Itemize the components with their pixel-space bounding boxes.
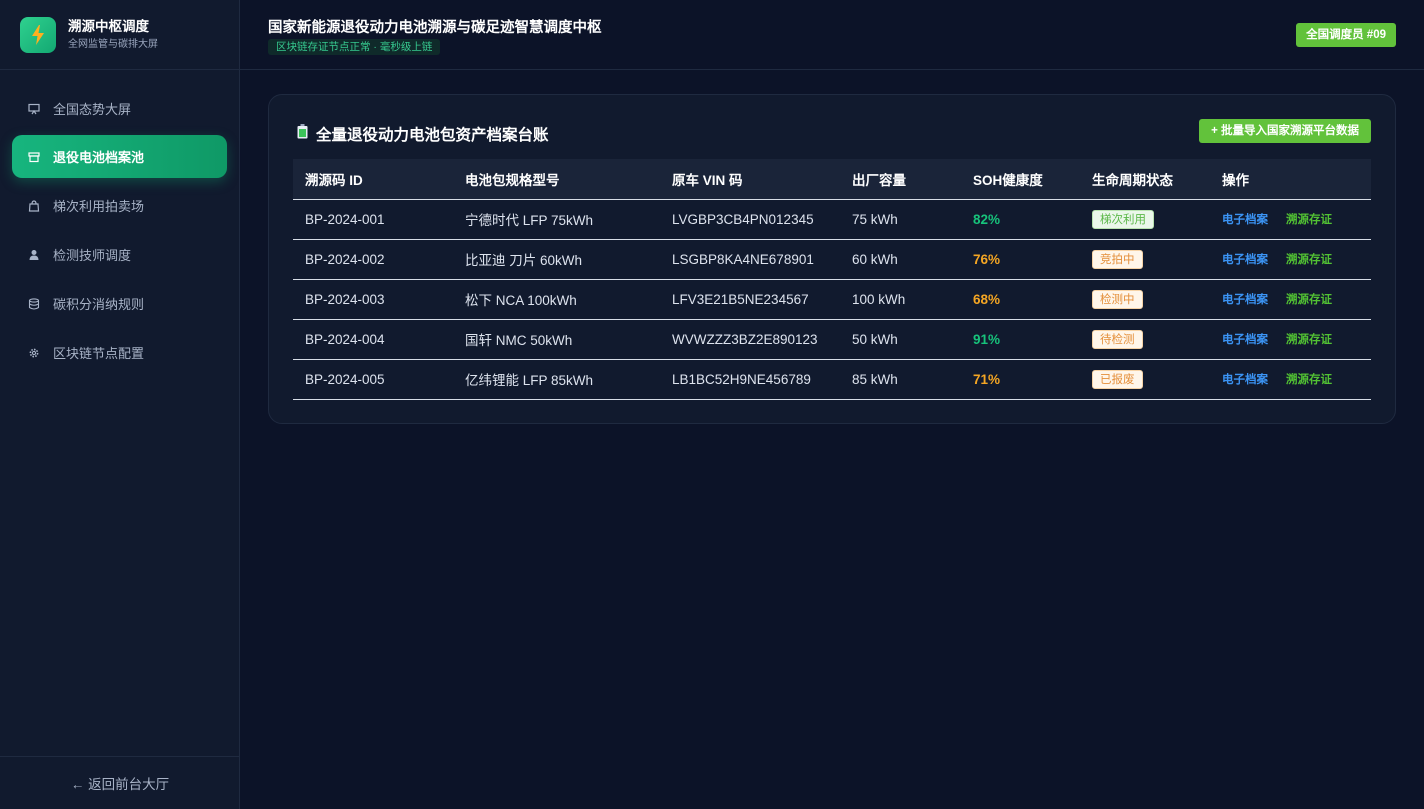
nav-item-label: 退役电池档案池	[53, 150, 145, 165]
table-row[interactable]: BP-2024-003 松下 NCA 100kWh LFV3E21B5NE23456…	[293, 279, 1371, 320]
cell-model: 亿纬锂能 LFP 85kWh	[453, 359, 660, 400]
column-header: 溯源码 ID	[293, 159, 453, 200]
nav-item-label: 检测技师调度	[53, 248, 132, 263]
card-title-text: 全量退役动力电池包资产档案台账	[316, 127, 549, 144]
nav-item-blockchain[interactable]: 区块链节点配置	[12, 331, 227, 374]
cell-soh: 68%	[973, 291, 1001, 307]
archive-icon	[28, 151, 40, 163]
cell-capacity: 75 kWh	[840, 199, 961, 240]
database-icon	[28, 297, 40, 310]
column-header: 原车 VIN 码	[660, 159, 840, 200]
brand: 溯源中枢调度 全网监管与碳排大屏	[0, 0, 239, 70]
sidebar: 溯源中枢调度 全网监管与碳排大屏 全国态势大屏 退役电池档案池 梯次利用拍卖场 …	[0, 0, 240, 809]
cell-soh: 71%	[973, 371, 1001, 387]
column-header: 生命周期状态	[1080, 159, 1210, 200]
cell-trace-id: BP-2024-001	[293, 199, 453, 240]
nav-item-carbon-rules[interactable]: 碳积分消纳规则	[12, 282, 227, 325]
card-title: 全量退役动力电池包资产档案台账	[297, 123, 549, 145]
batch-import-button[interactable]: + 批量导入国家溯源平台数据	[1199, 119, 1371, 143]
lifecycle-status-tag: 竞拍中	[1092, 249, 1143, 269]
cell-trace-id: BP-2024-002	[293, 239, 453, 280]
e-archive-link[interactable]: 电子档案	[1222, 211, 1268, 227]
battery-ledger-table: 溯源码 ID 电池包规格型号 原车 VIN 码 出厂容量 SOH健康度 生命周期…	[293, 159, 1371, 400]
trace-evidence-link[interactable]: 溯源存证	[1286, 251, 1332, 267]
trace-evidence-link[interactable]: 溯源存证	[1286, 371, 1332, 387]
cell-soh: 91%	[973, 331, 1001, 347]
status-badge: 区块链存证节点正常 · 毫秒级上链	[268, 39, 441, 55]
battery-ledger-card: 全量退役动力电池包资产档案台账 + 批量导入国家溯源平台数据 溯源码 ID 电池…	[268, 94, 1396, 424]
table-row[interactable]: BP-2024-002 比亚迪 刀片 60kWh LSGBP8KA4NE678901…	[293, 239, 1371, 280]
nav-item-label: 全国态势大屏	[53, 102, 132, 117]
cell-trace-id: BP-2024-003	[293, 279, 453, 320]
lifecycle-status-tag: 待检测	[1092, 329, 1143, 349]
cell-model: 宁德时代 LFP 75kWh	[453, 199, 660, 240]
table-header-row: 溯源码 ID 电池包规格型号 原车 VIN 码 出厂容量 SOH健康度 生命周期…	[293, 159, 1371, 200]
cell-capacity: 60 kWh	[840, 239, 961, 280]
back-to-lobby-link[interactable]: ← 返回前台大厅	[0, 756, 240, 809]
user-badge[interactable]: 全国调度员 #09	[1296, 23, 1396, 47]
e-archive-link[interactable]: 电子档案	[1222, 371, 1268, 387]
table-row[interactable]: BP-2024-004 国轩 NMC 50kWh WVWZZZ3BZ2E890123…	[293, 319, 1371, 360]
nav-item-overview[interactable]: 全国态势大屏	[12, 87, 227, 130]
nav-item-auction[interactable]: 梯次利用拍卖场	[12, 184, 227, 227]
column-header: SOH健康度	[961, 159, 1080, 200]
cell-soh: 82%	[973, 211, 1001, 227]
cell-trace-id: BP-2024-005	[293, 359, 453, 400]
cell-capacity: 85 kWh	[840, 359, 961, 400]
cell-vin: LB1BC52H9NE456789	[660, 359, 840, 400]
cell-vin: LFV3E21B5NE234567	[660, 279, 840, 320]
cell-model: 松下 NCA 100kWh	[453, 279, 660, 320]
trace-evidence-link[interactable]: 溯源存证	[1286, 291, 1332, 307]
cell-vin: LVGBP3CB4PN012345	[660, 199, 840, 240]
cell-model: 国轩 NMC 50kWh	[453, 319, 660, 360]
nav-item-label: 梯次利用拍卖场	[53, 199, 145, 214]
trace-evidence-link[interactable]: 溯源存证	[1286, 211, 1332, 227]
brand-subtitle: 全网监管与碳排大屏	[68, 38, 158, 50]
table-row[interactable]: BP-2024-005 亿纬锂能 LFP 85kWh LB1BC52H9NE4567…	[293, 359, 1371, 400]
e-archive-link[interactable]: 电子档案	[1222, 331, 1268, 347]
page-title: 国家新能源退役动力电池溯源与碳足迹智慧调度中枢	[268, 20, 602, 36]
shopping-bag-icon	[28, 199, 40, 212]
column-header: 操作	[1210, 159, 1371, 200]
e-archive-link[interactable]: 电子档案	[1222, 251, 1268, 267]
nav-item-label: 碳积分消纳规则	[53, 297, 145, 312]
cell-capacity: 50 kWh	[840, 319, 961, 360]
nav-item-battery-archive[interactable]: 退役电池档案池	[12, 135, 227, 178]
lifecycle-status-tag: 梯次利用	[1092, 209, 1154, 229]
column-header: 电池包规格型号	[453, 159, 660, 200]
top-header: 国家新能源退役动力电池溯源与碳足迹智慧调度中枢 区块链存证节点正常 · 毫秒级上…	[240, 0, 1424, 70]
cell-vin: WVWZZZ3BZ2E890123	[660, 319, 840, 360]
lifecycle-status-tag: 已报废	[1092, 369, 1143, 389]
user-icon	[28, 249, 40, 261]
nav-item-technician[interactable]: 检测技师调度	[12, 233, 227, 276]
table-row[interactable]: BP-2024-001 宁德时代 LFP 75kWh LVGBP3CB4PN0123…	[293, 199, 1371, 240]
nav-item-label: 区块链节点配置	[53, 346, 145, 361]
cell-trace-id: BP-2024-004	[293, 319, 453, 360]
lifecycle-status-tag: 检测中	[1092, 289, 1143, 309]
cell-capacity: 100 kWh	[840, 279, 961, 320]
cell-vin: LSGBP8KA4NE678901	[660, 239, 840, 280]
brand-title: 溯源中枢调度	[68, 18, 149, 34]
cell-model: 比亚迪 刀片 60kWh	[453, 239, 660, 280]
gear-icon	[28, 347, 40, 359]
e-archive-link[interactable]: 电子档案	[1222, 291, 1268, 307]
lightning-icon	[20, 16, 56, 53]
column-header: 出厂容量	[840, 159, 961, 200]
trace-evidence-link[interactable]: 溯源存证	[1286, 331, 1332, 347]
battery-icon	[297, 124, 308, 144]
monitor-icon	[28, 103, 40, 115]
cell-soh: 76%	[973, 251, 1001, 267]
